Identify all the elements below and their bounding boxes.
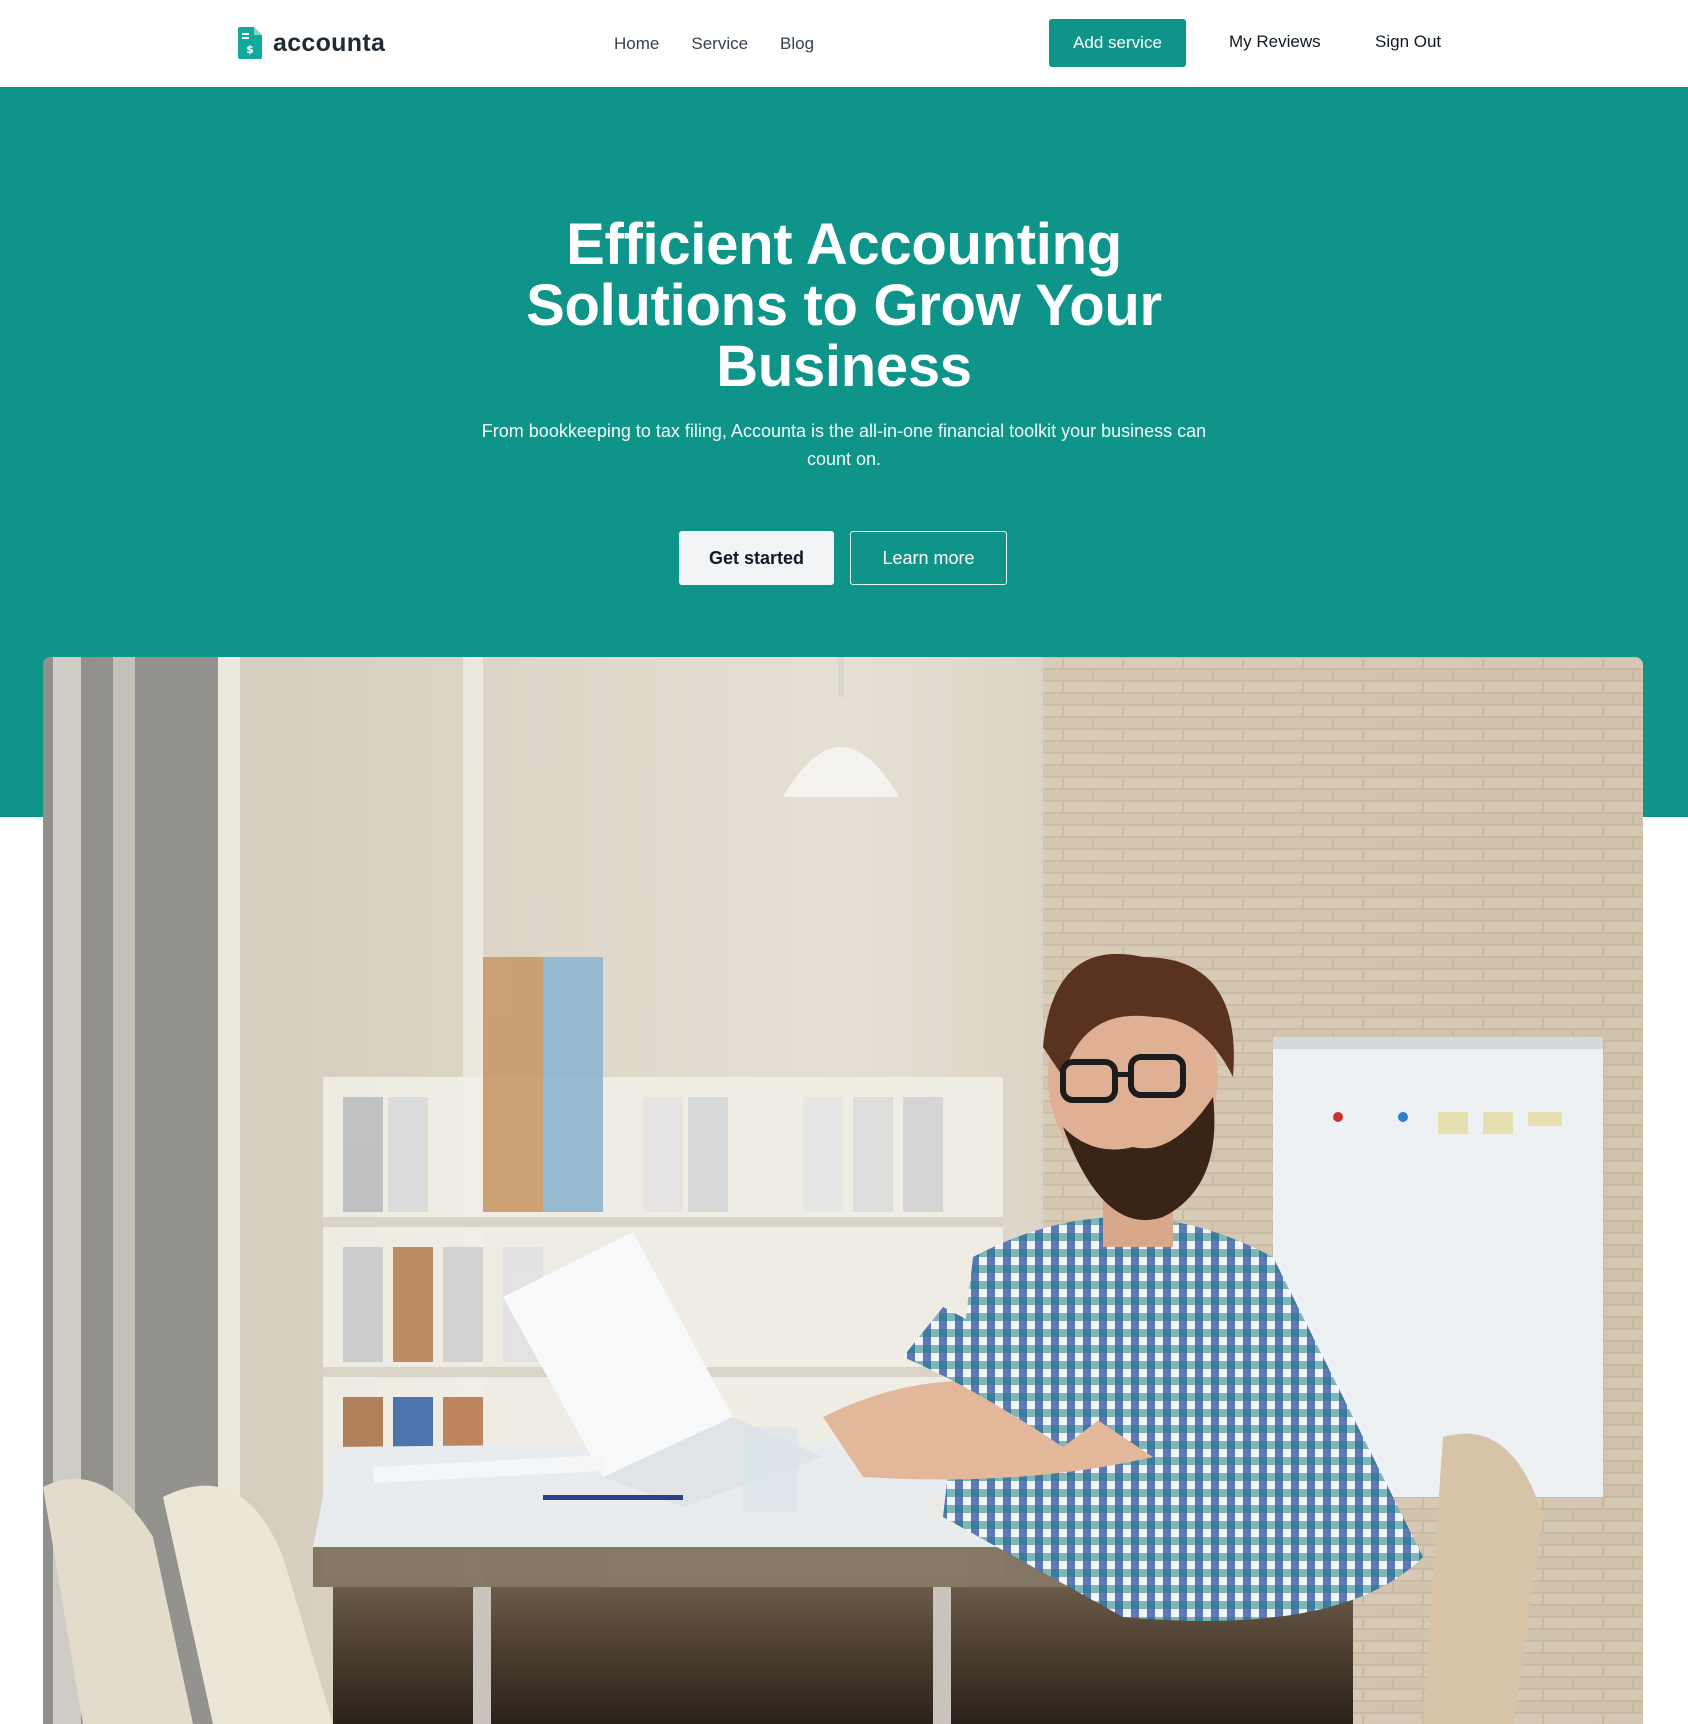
brand-logo[interactable]: $ accounta <box>238 25 385 61</box>
document-dollar-icon: $ <box>238 27 262 59</box>
nav-link-home[interactable]: Home <box>614 32 659 56</box>
sign-out-link[interactable]: Sign Out <box>1375 30 1441 54</box>
nav-link-blog[interactable]: Blog <box>780 32 814 56</box>
hero-actions: Get started Learn more <box>0 531 1688 585</box>
nav-link-service[interactable]: Service <box>691 32 748 56</box>
learn-more-button[interactable]: Learn more <box>850 531 1007 585</box>
main-nav: Home Service Blog <box>614 0 846 87</box>
hero-office-photo <box>43 657 1643 1724</box>
get-started-button[interactable]: Get started <box>679 531 834 585</box>
add-service-button[interactable]: Add service <box>1049 19 1186 67</box>
my-reviews-link[interactable]: My Reviews <box>1229 30 1321 54</box>
hero-title: Efficient Accounting Solutions to Grow Y… <box>526 212 1162 399</box>
svg-text:$: $ <box>246 43 254 56</box>
hero-subtitle: From bookkeeping to tax filing, Accounta… <box>481 421 1207 469</box>
office-scene-illustration <box>43 657 1643 1724</box>
brand-name: accounta <box>273 29 386 57</box>
top-navbar: $ accounta Home Service Blog Add service… <box>0 0 1688 87</box>
